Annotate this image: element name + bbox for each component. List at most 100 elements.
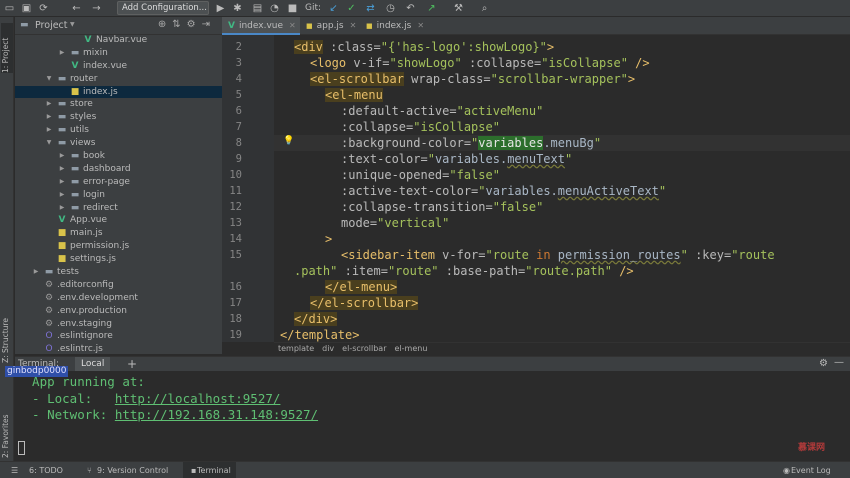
tree-item[interactable]: ▶ ▬ store — [15, 98, 222, 111]
chevron-right-icon[interactable]: ▶ — [58, 189, 66, 202]
project-panel: ▬ Project ▼ ⊕⇅⚙⇥ V Navbar.vue ▶ ▬ mixin Vinde… — [15, 17, 222, 354]
tree-item[interactable]: ▶ ▬ utils — [15, 124, 222, 137]
chevron-right-icon[interactable]: ▶ — [32, 266, 40, 279]
add-configuration-button[interactable]: Add Configuration... — [117, 1, 209, 15]
save-icon[interactable]: ▣ — [20, 2, 33, 15]
git-compare-icon[interactable]: ⇄ — [364, 2, 377, 15]
chevron-right-icon[interactable]: ▶ — [58, 202, 66, 215]
tree-item[interactable]: ▶ ▬ book — [15, 150, 222, 163]
tree-item[interactable]: ▼ ▬ router — [15, 73, 222, 86]
tree-item[interactable]: ⚙ .env.production — [15, 305, 222, 318]
tree-item[interactable]: Vindex.vue — [15, 60, 222, 73]
forward-arrow-icon[interactable]: → — [90, 2, 103, 15]
profile-icon[interactable]: ◔ — [268, 2, 281, 15]
tree-item[interactable]: ■ index.js — [15, 85, 222, 99]
close-icon[interactable]: ✕ — [350, 21, 357, 30]
line-number: 9 — [235, 153, 242, 165]
tab-app-js[interactable]: ■ app.js ✕ — [300, 17, 360, 35]
git-commit-icon[interactable]: ✓ — [345, 2, 358, 15]
line-number: 13 — [229, 217, 242, 229]
chevron-right-icon[interactable]: ▶ — [45, 124, 53, 137]
chevron-down-icon[interactable]: ▼ — [70, 21, 75, 28]
sync-icon[interactable]: ⟳ — [37, 2, 50, 15]
breadcrumb-item[interactable]: el-scrollbar — [342, 344, 386, 353]
stop-icon[interactable]: ■ — [286, 2, 299, 15]
event-log-tab[interactable]: Event Log — [786, 462, 836, 478]
coverage-icon[interactable]: ▤ — [251, 2, 264, 15]
project-tool-tab[interactable]: 1: Project — [1, 23, 13, 73]
locate-icon[interactable]: ⊕ — [158, 19, 172, 30]
eslint-file-icon: O — [45, 344, 53, 354]
debug-icon[interactable]: ✱ — [231, 2, 244, 15]
chevron-right-icon[interactable]: ▶ — [45, 111, 53, 124]
gear-icon[interactable]: ⚙ — [187, 19, 202, 30]
terminal-header: Terminal: Local + ⚙ — — [15, 356, 850, 372]
close-icon[interactable]: ✕ — [289, 21, 296, 30]
tree-item[interactable]: ▶ ▬ dashboard — [15, 163, 222, 176]
chevron-right-icon[interactable]: ▶ — [45, 98, 53, 111]
tree-item[interactable]: V App.vue — [15, 214, 222, 227]
line-number: 19 — [229, 329, 242, 341]
tree-item-label: .editorconfig — [57, 279, 114, 290]
tab-index-vue[interactable]: Vindex.vue ✕ — [222, 17, 300, 35]
chevron-down-icon[interactable]: ▼ — [45, 137, 53, 150]
settings-wrench-icon[interactable]: ⚒ — [452, 2, 465, 15]
chevron-right-icon[interactable]: ▶ — [58, 163, 66, 176]
tree-item[interactable]: ▶ ▬ login — [15, 189, 222, 202]
run-icon[interactable]: ▶ — [214, 2, 227, 15]
network-url-link[interactable]: http://192.168.31.148:9527/ — [115, 407, 318, 422]
project-title[interactable]: Project — [35, 20, 68, 31]
tree-item-label: .env.staging — [57, 318, 112, 329]
chevron-down-icon[interactable]: ▼ — [45, 73, 53, 86]
minimize-icon[interactable]: — — [834, 357, 844, 368]
gear-icon[interactable]: ⚙ — [819, 358, 828, 369]
lightbulb-icon[interactable]: 💡 — [283, 136, 294, 146]
git-update-icon[interactable]: ↙ — [327, 2, 340, 15]
folder-open-icon[interactable]: ▭ — [3, 2, 16, 15]
breadcrumb-item[interactable]: div — [322, 344, 334, 353]
git-revert-icon[interactable]: ↶ — [404, 2, 417, 15]
tab-index-js[interactable]: ■ index.js ✕ — [360, 17, 430, 35]
tree-item[interactable]: ▶ ▬ styles — [15, 111, 222, 124]
tree-item[interactable]: O .eslintignore — [15, 330, 222, 343]
tree-item[interactable]: ▼ ▬ views — [15, 137, 222, 150]
chevron-right-icon[interactable]: ▶ — [58, 176, 66, 189]
project-panel-actions: ⊕⇅⚙⇥ — [158, 19, 216, 30]
tree-item[interactable]: ■ main.js — [15, 227, 222, 240]
tree-item[interactable]: ⚙ .editorconfig — [15, 279, 222, 292]
collapse-icon[interactable]: ⇅ — [172, 19, 186, 30]
structure-tool-tab[interactable]: Z: Structure — [1, 297, 13, 363]
todo-tab[interactable]: 6: TODO — [24, 462, 68, 478]
chevron-right-icon[interactable]: ▶ — [58, 150, 66, 163]
tree-item[interactable]: ▶ ▬ tests — [15, 266, 222, 279]
tree-item[interactable]: ■ permission.js — [15, 240, 222, 253]
terminal-tab-local[interactable]: Local — [75, 357, 111, 372]
tree-item[interactable]: ⚙ .env.staging — [15, 318, 222, 331]
version-control-tab[interactable]: 9: Version Control — [92, 462, 173, 478]
breadcrumb-item[interactable]: el-menu — [395, 344, 428, 353]
code-line-4: <el-scrollbar wrap-class="scrollbar-wrap… — [310, 72, 636, 86]
close-icon[interactable]: ✕ — [417, 21, 424, 30]
search-icon[interactable]: ⌕ — [478, 2, 491, 15]
git-history-icon[interactable]: ◷ — [384, 2, 397, 15]
vue-file-icon: V — [228, 21, 235, 31]
folder-icon: ▬ — [57, 138, 67, 149]
tree-item-label: index.js — [83, 86, 118, 97]
local-url-link[interactable]: http://localhost:9527/ — [115, 391, 281, 406]
tab-label: index.vue — [238, 21, 284, 31]
git-push-icon[interactable]: ↗ — [425, 2, 438, 15]
favorites-tool-tab[interactable]: 2: Favorites — [1, 402, 13, 458]
tree-item[interactable]: ▶ ▬ error-page — [15, 176, 222, 189]
tree-item[interactable]: ▶ ▬ redirect — [15, 202, 222, 215]
new-terminal-button[interactable]: + — [127, 357, 137, 371]
hide-icon[interactable]: ⇥ — [202, 19, 216, 30]
tree-item[interactable]: ■ settings.js — [15, 253, 222, 266]
chevron-right-icon[interactable]: ▶ — [58, 47, 66, 60]
tree-item[interactable]: ▶ ▬ mixin — [15, 47, 222, 60]
back-arrow-icon[interactable]: ← — [70, 2, 83, 15]
tree-item[interactable]: V Navbar.vue — [15, 34, 222, 47]
breadcrumb-item[interactable]: template — [278, 344, 314, 353]
terminal-line-local: - Local: http://localhost:9527/ — [17, 391, 280, 406]
tree-item[interactable]: O .eslintrc.js — [15, 343, 222, 354]
tree-item[interactable]: ⚙ .env.development — [15, 292, 222, 305]
